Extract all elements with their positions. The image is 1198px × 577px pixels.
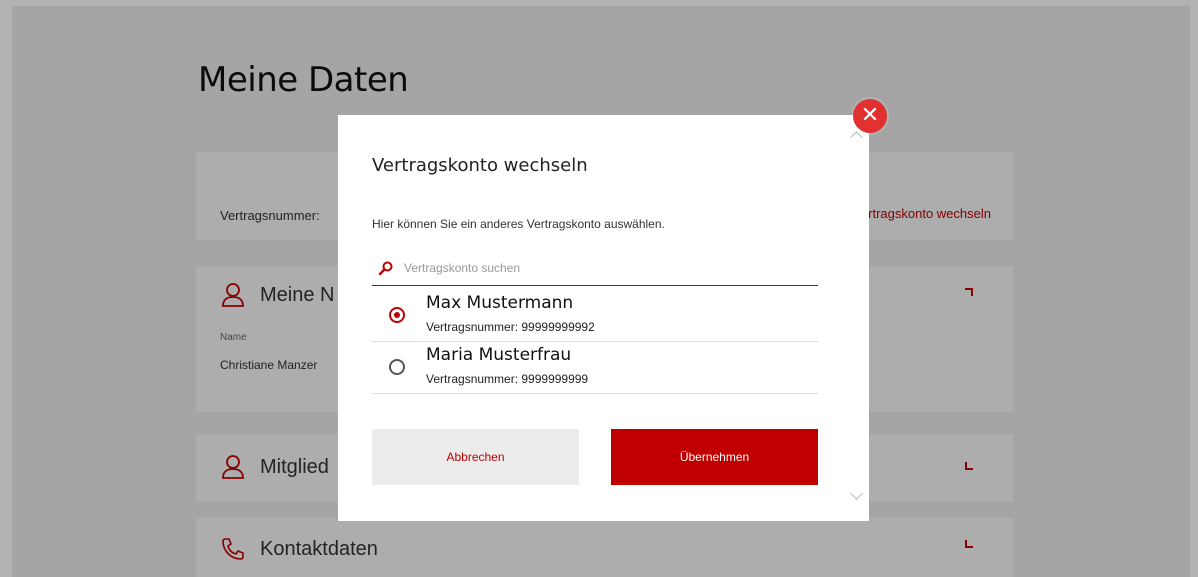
dialog-title: Vertragskonto wechseln bbox=[372, 155, 588, 176]
account-number: Vertragsnummer: 9999999999 bbox=[426, 372, 589, 386]
search-input[interactable] bbox=[404, 261, 784, 275]
close-icon[interactable]: ✕ bbox=[853, 99, 887, 133]
radio-selected[interactable] bbox=[389, 307, 405, 323]
scroll-down-icon[interactable] bbox=[850, 487, 863, 500]
scroll-up-icon[interactable] bbox=[850, 131, 863, 144]
search-icon bbox=[378, 261, 393, 276]
search-field[interactable] bbox=[372, 251, 818, 286]
account-option-max[interactable]: Max Mustermann Vertragsnummer: 999999999… bbox=[372, 289, 818, 342]
account-number: Vertragsnummer: 99999999992 bbox=[426, 320, 595, 334]
account-option-maria[interactable]: Maria Musterfrau Vertragsnummer: 9999999… bbox=[372, 341, 818, 394]
cancel-button[interactable]: Abbrechen bbox=[372, 429, 579, 485]
confirm-button[interactable]: Übernehmen bbox=[611, 429, 818, 485]
account-name: Max Mustermann bbox=[426, 293, 574, 313]
radio-unselected[interactable] bbox=[389, 359, 405, 375]
dialog-description: Hier können Sie ein anderes Vertragskont… bbox=[372, 217, 665, 231]
account-name: Maria Musterfrau bbox=[426, 345, 572, 365]
switch-contract-dialog: Vertragskonto wechseln Hier können Sie e… bbox=[338, 115, 869, 521]
